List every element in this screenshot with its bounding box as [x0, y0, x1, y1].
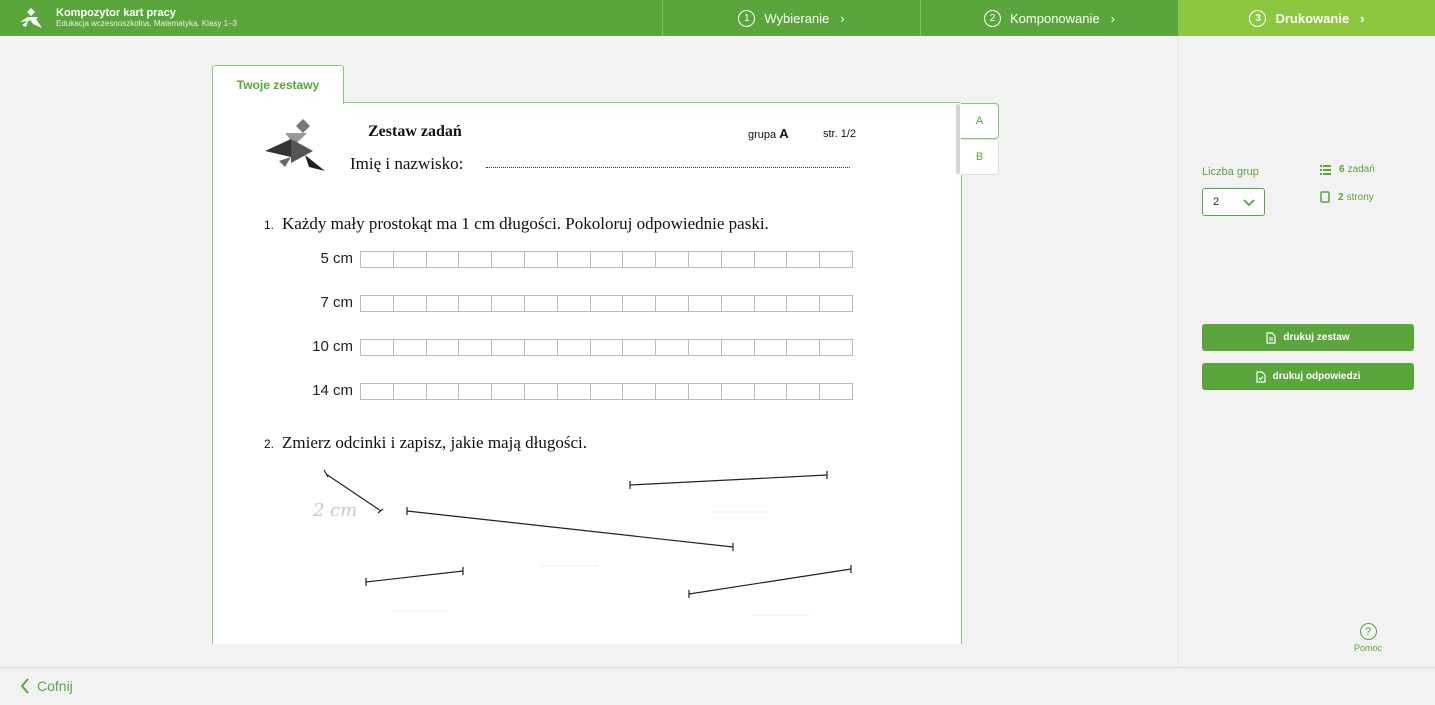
- task-text: Każdy mały prostokąt ma 1 cm długości. P…: [282, 214, 769, 233]
- task-2-question: 2. Zmierz odcinki i zapisz, jakie mają dł…: [264, 433, 587, 453]
- task-number: 1.: [264, 218, 275, 232]
- groups-count-label: Liczba grup: [1202, 166, 1259, 178]
- task-text: Zmierz odcinki i zapisz, jakie mają dług…: [282, 433, 587, 452]
- chevron-left-icon: [20, 678, 29, 694]
- page-icon: [1320, 191, 1330, 203]
- tangram-logo-icon: [265, 119, 325, 171]
- list-icon: [1320, 164, 1331, 175]
- preview-scrollbar[interactable]: [956, 104, 960, 174]
- question-mark-icon: ?: [1359, 623, 1377, 640]
- worksheet-page-number: str. 1/2: [823, 128, 857, 140]
- step-label: Komponowanie: [1010, 10, 1100, 26]
- step-number: 3: [1249, 9, 1267, 27]
- step-label: Wybieranie: [764, 10, 830, 26]
- task-1-question: 1. Każdy mały prostokąt ma 1 cm długości.…: [264, 214, 769, 234]
- group-letter: A: [779, 126, 789, 141]
- print-answers-label: drukuj odpowiedzi: [1272, 371, 1361, 382]
- strip-label: 10 cm: [312, 338, 353, 355]
- name-dotted-line: [486, 167, 850, 168]
- pages-count: 2: [1338, 191, 1344, 203]
- example-answer: 2 cm: [312, 500, 357, 521]
- groups-count-select[interactable]: 2: [1202, 188, 1265, 216]
- document-icon: [1266, 331, 1277, 344]
- step-number: 1: [738, 9, 756, 27]
- cell-strip[interactable]: [360, 251, 853, 268]
- name-label: Imię i nazwisko:: [350, 154, 464, 173]
- step-wybieranie[interactable]: 1 Wybieranie ›: [663, 0, 921, 36]
- back-button[interactable]: Cofnij: [20, 675, 73, 697]
- help-button[interactable]: ? Pomoc: [1350, 623, 1386, 653]
- tab-twoje-zestawy[interactable]: Twoje zestawy: [212, 65, 344, 104]
- print-set-button[interactable]: drukuj zestaw: [1202, 324, 1414, 351]
- print-settings-panel: [1178, 36, 1435, 668]
- chevron-down-icon: [1243, 199, 1255, 207]
- chevron-right-icon: ›: [1360, 10, 1365, 26]
- cell-strip[interactable]: [360, 295, 853, 312]
- worksheet-title: Zestaw zadań: [368, 123, 462, 140]
- app-brand: Kompozytor kart pracy Edukacja wczesnosz…: [0, 0, 663, 36]
- step-number: 2: [984, 9, 1002, 27]
- group-prefix: grupa: [748, 129, 777, 141]
- step-drukowanie[interactable]: 3 Drukowanie ›: [1179, 0, 1435, 36]
- tasks-count: 6: [1339, 164, 1345, 175]
- pages-count-info: 2 strony: [1320, 191, 1374, 203]
- task-number: 2.: [264, 437, 275, 451]
- step-komponowanie[interactable]: 2 Komponowanie ›: [921, 0, 1179, 36]
- group-tab-b[interactable]: B: [961, 139, 999, 175]
- groups-count-value: 2: [1213, 196, 1220, 208]
- strip-label: 14 cm: [312, 382, 353, 399]
- top-bar: Kompozytor kart pracy Edukacja wczesnosz…: [0, 0, 1435, 36]
- bottom-bar: [0, 667, 1435, 705]
- chevron-right-icon: ›: [840, 10, 845, 26]
- worksheet-preview[interactable]: Zestaw zadań grupa A str. 1/2 Imię i naz…: [212, 103, 962, 644]
- measure-segments: 2 cm: [312, 469, 852, 616]
- worksheet-group: grupa A: [748, 126, 789, 141]
- tasks-suffix: zadań: [1347, 164, 1375, 175]
- cell-strip[interactable]: [360, 383, 853, 400]
- strip-label: 5 cm: [320, 250, 353, 267]
- runner-logo-icon: [20, 8, 42, 28]
- chevron-right-icon: ›: [1110, 10, 1115, 26]
- pages-suffix: strony: [1346, 191, 1374, 203]
- step-label: Drukowanie: [1275, 10, 1350, 26]
- strip-label: 7 cm: [320, 294, 353, 311]
- document-check-icon: [1256, 370, 1266, 383]
- cell-strip[interactable]: [360, 339, 853, 356]
- back-label: Cofnij: [37, 678, 73, 694]
- help-label: Pomoc: [1353, 643, 1382, 653]
- print-answers-button[interactable]: drukuj odpowiedzi: [1202, 363, 1414, 390]
- group-tab-a[interactable]: A: [961, 103, 999, 139]
- app-title: Kompozytor kart pracy: [56, 7, 176, 19]
- print-set-label: drukuj zestaw: [1283, 332, 1350, 343]
- app-subtitle: Edukacja wczesnoszkolna. Matematyka. Kla…: [56, 19, 237, 28]
- tasks-count-info: 6 zadań: [1320, 164, 1375, 175]
